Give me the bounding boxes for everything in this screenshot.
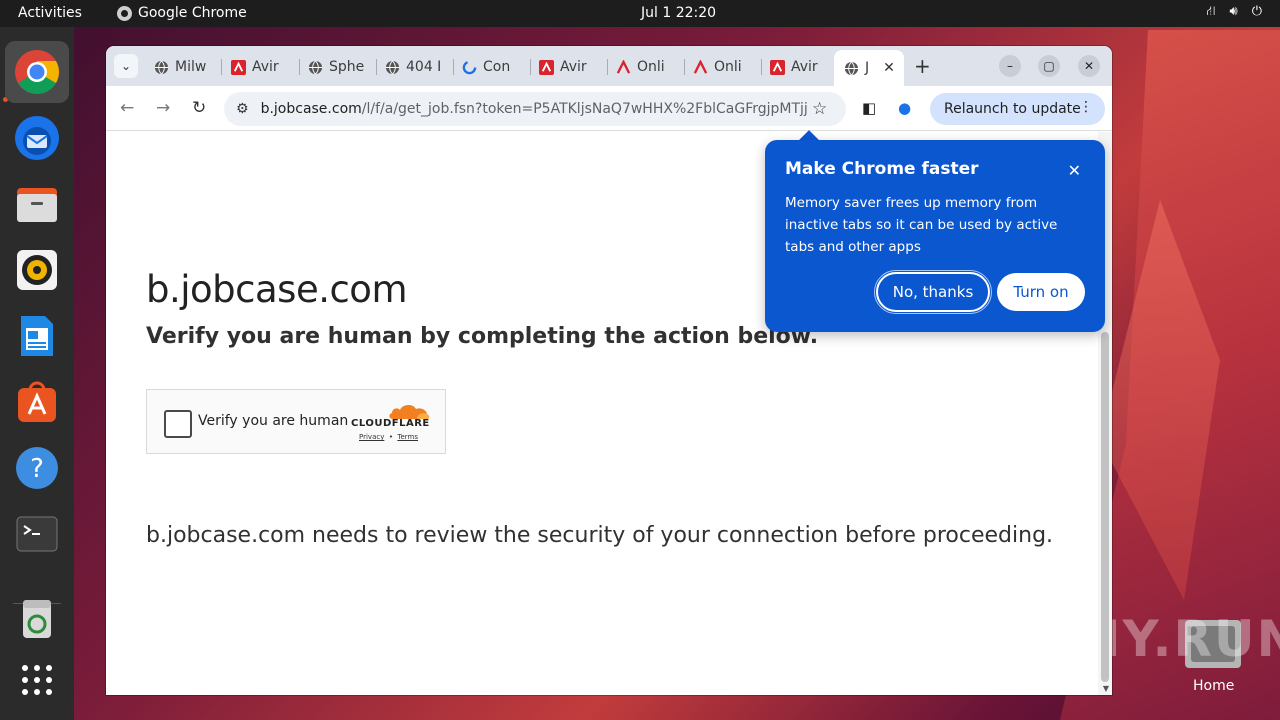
dock-writer[interactable] <box>5 305 69 367</box>
scroll-down-arrow-icon[interactable]: ▼ <box>1103 684 1109 693</box>
top-bar: Activities Google Chrome Jul 1 22:20 ⛙ 🔊… <box>0 0 1280 27</box>
app-menu[interactable]: Google Chrome <box>117 5 247 21</box>
dock-app-center[interactable] <box>5 371 69 433</box>
trash-icon <box>23 600 51 638</box>
back-button[interactable]: ← <box>120 98 134 118</box>
side-panel-icon[interactable]: ◧ <box>862 99 876 117</box>
power-icon: ⏻ <box>1251 4 1262 19</box>
app-center-icon <box>18 381 56 422</box>
writer-icon <box>21 316 53 356</box>
tab-6[interactable]: Avir <box>529 52 606 82</box>
chrome-small-icon <box>117 5 132 21</box>
dock: ? <box>0 27 74 720</box>
privacy-link[interactable]: Privacy <box>359 433 384 441</box>
new-tab-button[interactable]: + <box>914 54 931 78</box>
show-apps-icon <box>22 665 52 695</box>
help-icon: ? <box>16 447 58 489</box>
spinner-icon <box>462 60 477 75</box>
popup-body: Memory saver frees up memory from inacti… <box>785 195 1058 255</box>
tab-strip: ⌄ Milw Avir Sphe 404 I Con Avir Onli Onl… <box>106 46 1112 86</box>
svg-text:?: ? <box>30 454 44 484</box>
system-tray[interactable]: ⛙ 🔊︎ ⏻ <box>1206 4 1262 21</box>
files-icon <box>17 188 57 222</box>
captcha-widget: Verify you are human CLOUDFLARE Privacy … <box>146 389 446 454</box>
app-name: Google Chrome <box>138 5 247 21</box>
tab-active[interactable]: J ✕ <box>834 50 904 86</box>
toolbar: ← → ↻ ⚙ b.jobcase.com/l/f/a/get_job.fsn?… <box>106 86 1112 131</box>
globe-icon <box>308 60 323 75</box>
memory-saver-popup: Make Chrome faster ✕ Memory saver frees … <box>765 140 1105 332</box>
avira-icon <box>770 59 785 75</box>
terminal-icon <box>16 516 58 552</box>
dock-rhythmbox[interactable] <box>5 239 69 301</box>
link-separator: • <box>388 433 393 441</box>
tab-5[interactable]: Con <box>452 52 529 82</box>
captcha-label: Verify you are human <box>198 413 349 429</box>
relaunch-button[interactable]: Relaunch to update ⋮ <box>930 93 1105 125</box>
network-icon: ⛙ <box>1206 4 1216 19</box>
avira-outline-icon <box>693 59 708 75</box>
cloudflare-wordmark: CLOUDFLARE <box>351 418 430 429</box>
profile-icon[interactable]: ● <box>898 99 911 117</box>
verify-heading: Verify you are human by completing the a… <box>146 324 819 349</box>
maximize-button[interactable]: ▢ <box>1038 55 1060 77</box>
forward-button[interactable]: → <box>156 98 170 118</box>
tab-8[interactable]: Onli <box>683 52 760 82</box>
dock-trash[interactable] <box>5 587 69 649</box>
no-thanks-button[interactable]: No, thanks <box>874 270 992 314</box>
tab-1[interactable]: Milw <box>144 52 220 82</box>
bookmark-star-icon[interactable]: ☆ <box>812 99 827 119</box>
rhythmbox-icon <box>17 250 57 290</box>
activities-button[interactable]: Activities <box>18 5 82 21</box>
dock-help[interactable]: ? <box>5 437 69 499</box>
reload-button[interactable]: ↻ <box>192 98 206 118</box>
volume-icon: 🔊︎ <box>1229 4 1238 19</box>
captcha-checkbox[interactable] <box>164 410 192 438</box>
tab-search-button[interactable]: ⌄ <box>114 54 138 78</box>
minimize-button[interactable]: – <box>999 55 1021 77</box>
avira-icon <box>539 59 554 75</box>
avira-outline-icon <box>616 59 631 75</box>
kebab-menu-icon[interactable]: ⋮ <box>1079 99 1093 115</box>
cloudflare-links: Privacy • Terms <box>359 433 418 441</box>
avira-icon <box>231 59 246 75</box>
tab-2[interactable]: Avir <box>221 52 298 82</box>
home-label[interactable]: Home <box>1193 678 1234 694</box>
globe-icon <box>154 60 169 75</box>
chevron-down-icon: ⌄ <box>120 59 132 73</box>
dock-chrome[interactable] <box>5 41 69 103</box>
thunderbird-icon <box>15 116 59 160</box>
dock-files[interactable] <box>5 173 69 235</box>
tab-7[interactable]: Onli <box>606 52 683 82</box>
close-icon[interactable]: ✕ <box>1068 161 1081 180</box>
globe-icon <box>385 60 400 75</box>
terms-link[interactable]: Terms <box>397 433 418 441</box>
dock-terminal[interactable] <box>5 503 69 565</box>
tab-3[interactable]: Sphe <box>298 52 375 82</box>
popup-title: Make Chrome faster <box>785 159 979 179</box>
scroll-thumb[interactable] <box>1101 332 1109 682</box>
url-text: b.jobcase.com/l/f/a/get_job.fsn?token=P5… <box>260 101 807 117</box>
chrome-icon <box>15 50 59 94</box>
page-title: b.jobcase.com <box>146 268 408 311</box>
dock-thunderbird[interactable] <box>5 107 69 169</box>
globe-icon <box>844 61 859 76</box>
tab-4[interactable]: 404 I <box>375 52 452 82</box>
site-info-icon[interactable]: ⚙ <box>236 101 249 117</box>
tab-9[interactable]: Avir <box>760 52 837 82</box>
dock-show-apps[interactable] <box>5 649 69 711</box>
clock[interactable]: Jul 1 22:20 <box>641 5 716 21</box>
review-message: b.jobcase.com needs to review the securi… <box>146 523 1054 548</box>
close-tab-icon[interactable]: ✕ <box>883 60 895 76</box>
close-window-button[interactable]: ✕ <box>1078 55 1100 77</box>
address-bar[interactable]: ⚙ b.jobcase.com/l/f/a/get_job.fsn?token=… <box>224 92 846 126</box>
turn-on-button[interactable]: Turn on <box>997 273 1085 311</box>
